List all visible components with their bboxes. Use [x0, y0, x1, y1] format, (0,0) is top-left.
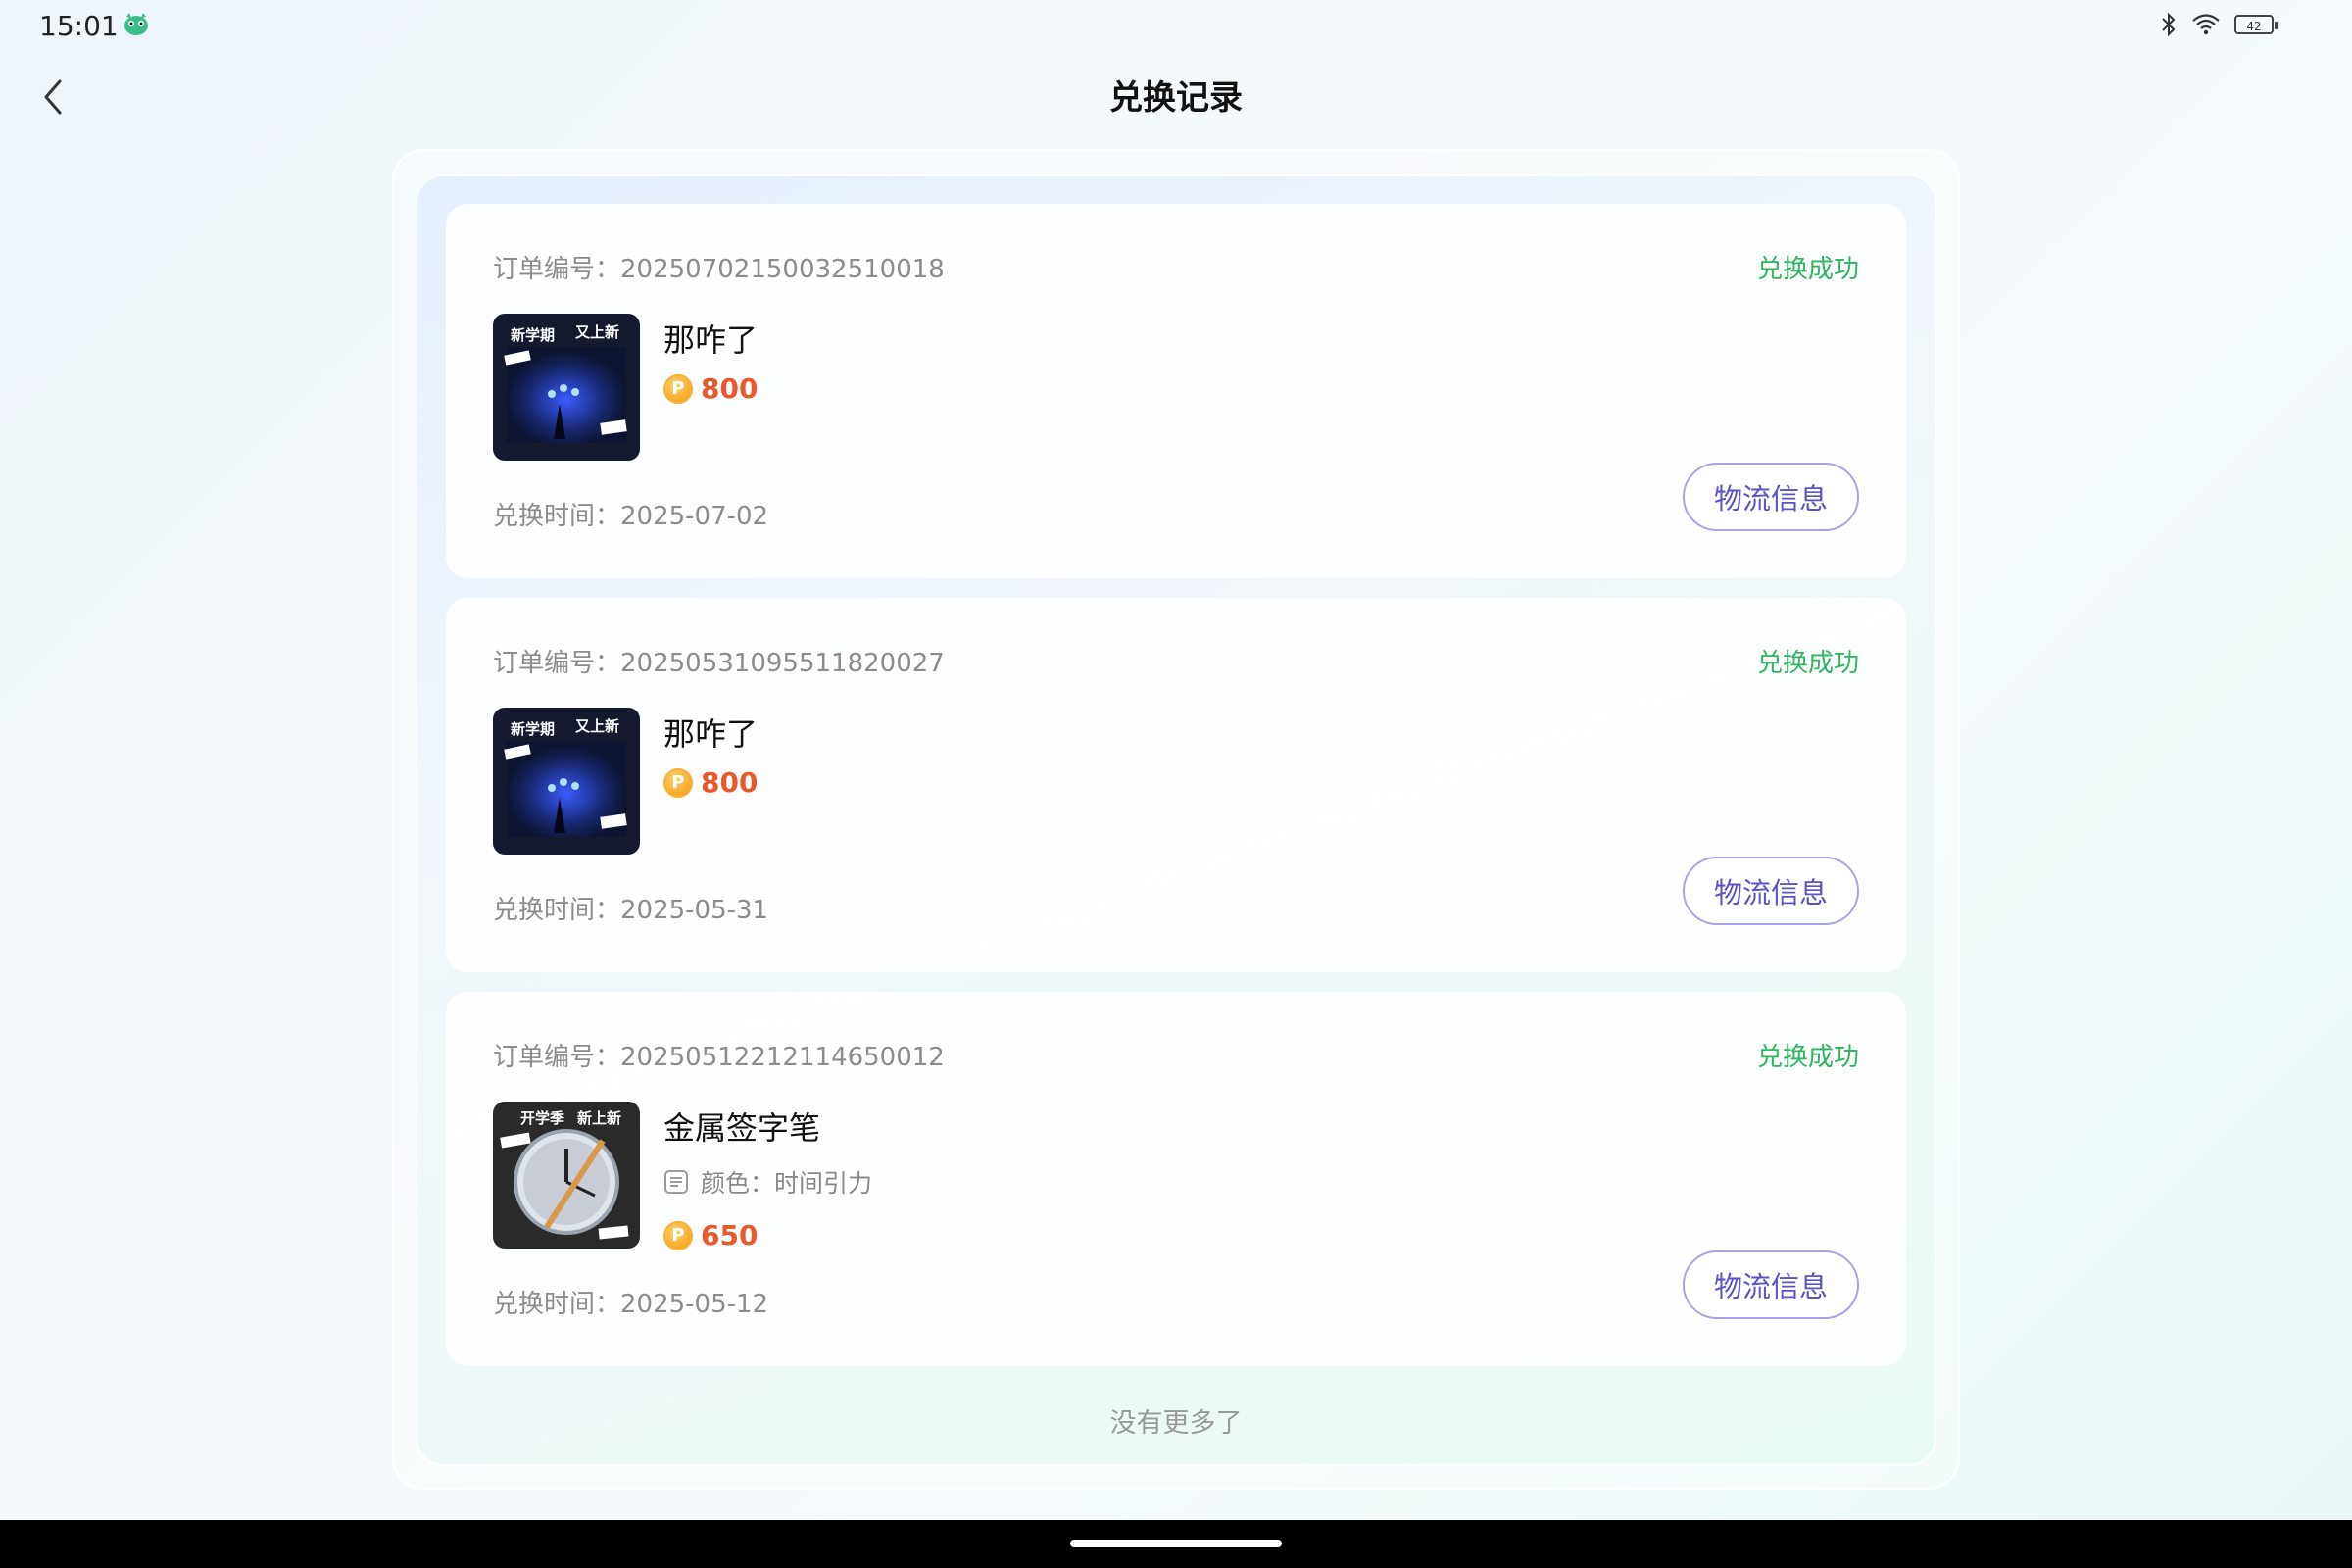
order-number: 订单编号：20250531095511820027: [493, 649, 945, 678]
price-value: 650: [701, 1219, 759, 1251]
page-title: 兑换记录: [1109, 78, 1243, 118]
svg-text:新学期: 新学期: [511, 720, 555, 738]
order-number: 订单编号：20250702150032510018: [493, 255, 945, 284]
points-coin-icon: P: [663, 373, 693, 404]
exchange-time: 兑换时间：2025-05-31: [493, 896, 769, 925]
wifi-icon: [2192, 14, 2220, 35]
exchange-time: 兑换时间：2025-07-02: [493, 502, 769, 531]
order-card: 订单编号：20250512212114650012 兑换成功 开学季 新上新 金…: [446, 992, 1906, 1366]
svg-text:又上新: 又上新: [575, 717, 619, 735]
price-value: 800: [701, 766, 759, 799]
battery-icon: 42: [2234, 15, 2278, 34]
price: P 650: [663, 1219, 758, 1251]
order-card: 订单编号：20250531095511820027 兑换成功 新学期 又上新 那…: [446, 598, 1906, 972]
logistics-info-button[interactable]: 物流信息: [1683, 857, 1859, 925]
order-status: 兑换成功: [1756, 255, 1859, 284]
status-time: 15:01: [39, 10, 119, 42]
bluetooth-icon: [2162, 12, 2176, 37]
no-more-text: 没有更多了: [1109, 1408, 1243, 1439]
order-status: 兑换成功: [1756, 1043, 1859, 1072]
product-thumbnail[interactable]: 新学期 又上新: [493, 708, 640, 855]
product-name: 那咋了: [663, 715, 759, 753]
product-thumbnail[interactable]: 开学季 新上新: [493, 1102, 640, 1249]
price: P 800: [663, 372, 758, 405]
product-thumbnail[interactable]: 新学期 又上新: [493, 314, 640, 461]
product-name: 那咋了: [663, 321, 759, 359]
svg-text:新上新: 新上新: [577, 1109, 621, 1127]
price: P 800: [663, 766, 758, 799]
app-mascot-icon: [124, 13, 148, 35]
order-card: 订单编号：20250702150032510018 兑换成功 新学期 又上新 那…: [446, 204, 1906, 578]
svg-text:又上新: 又上新: [575, 323, 619, 341]
exchange-time: 兑换时间：2025-05-12: [493, 1290, 769, 1319]
spec-list-icon: [664, 1170, 688, 1194]
status-bar: 15:01 42: [0, 0, 2352, 49]
home-indicator[interactable]: [1070, 1540, 1282, 1547]
product-spec-text: 颜色：时间引力: [701, 1169, 873, 1198]
order-status: 兑换成功: [1756, 649, 1859, 678]
points-coin-icon: P: [663, 1220, 693, 1250]
product-spec: 颜色：时间引力: [663, 1164, 872, 1200]
svg-text:开学季: 开学季: [520, 1109, 564, 1127]
svg-text:新学期: 新学期: [511, 326, 555, 344]
points-coin-icon: P: [663, 767, 693, 798]
logistics-info-button[interactable]: 物流信息: [1683, 1250, 1859, 1319]
product-name: 金属签字笔: [663, 1109, 821, 1147]
logistics-info-button[interactable]: 物流信息: [1683, 463, 1859, 531]
order-number: 订单编号：20250512212114650012: [493, 1043, 945, 1072]
price-value: 800: [701, 372, 759, 405]
